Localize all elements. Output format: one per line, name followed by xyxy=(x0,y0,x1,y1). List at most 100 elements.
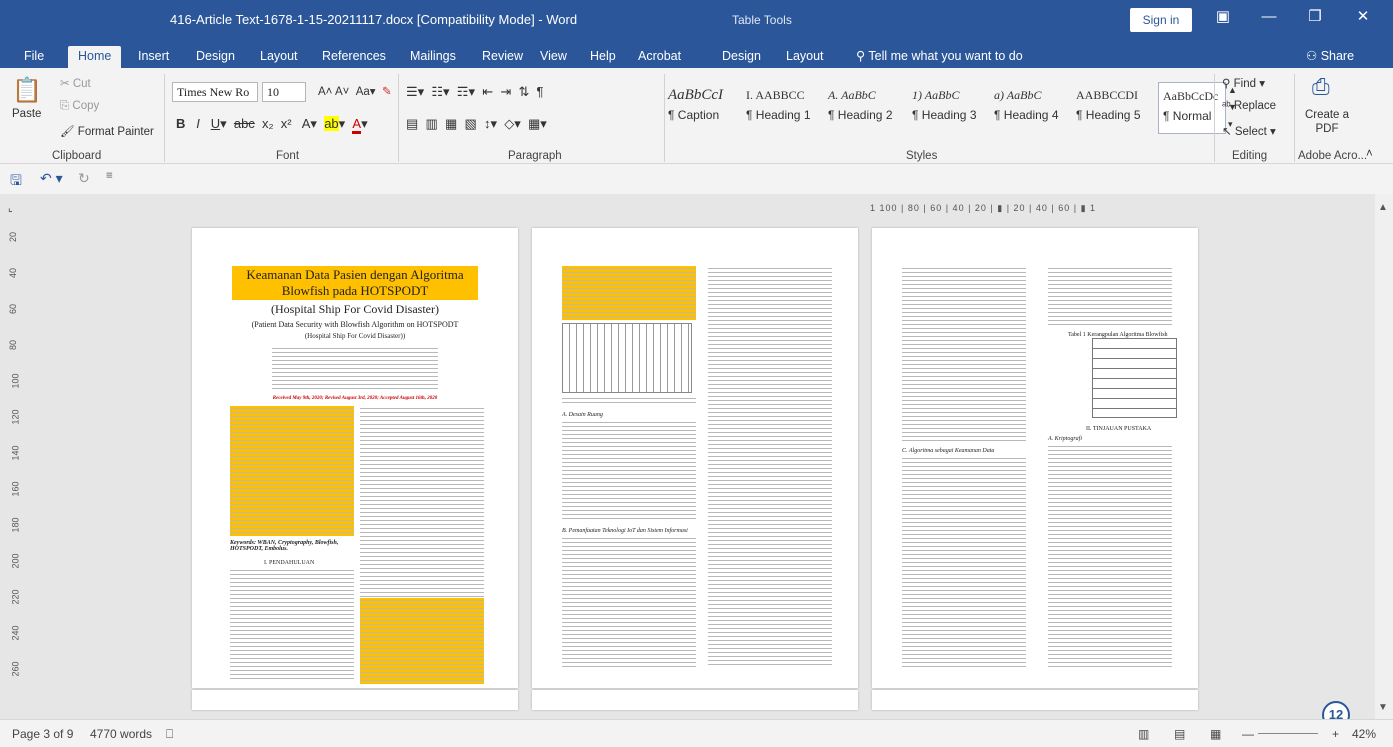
blowfish-table xyxy=(1092,338,1177,418)
scroll-down-icon[interactable]: ▼ xyxy=(1378,702,1388,713)
tab-file[interactable]: File xyxy=(14,46,54,68)
print-layout-icon[interactable]: ▤ xyxy=(1174,727,1185,741)
sign-in-button[interactable]: Sign in xyxy=(1130,8,1192,32)
cut-button[interactable]: ✂ Cut xyxy=(60,76,91,90)
zoom-level[interactable]: 42% xyxy=(1352,727,1376,741)
highlighted-text xyxy=(360,600,484,682)
redo-icon[interactable]: ↻ xyxy=(78,170,90,187)
share-button[interactable]: ⚇ Share xyxy=(1296,46,1364,68)
divider xyxy=(1214,74,1215,162)
style-normal[interactable]: AaBbCcDc ¶ Normal xyxy=(1158,82,1226,134)
keywords: Keywords: WBAN, Cryptography, Blowfish, … xyxy=(230,540,339,552)
tab-mailings[interactable]: Mailings xyxy=(400,46,466,68)
tab-review[interactable]: Review xyxy=(472,46,533,68)
page3-column-1-top xyxy=(902,268,1026,442)
ruler-area: ⌞ 1 100 | 80 | 60 | 40 | 20 | ▮ | 20 | 4… xyxy=(0,194,1393,224)
tab-table-design[interactable]: Design xyxy=(712,46,771,68)
pdf-icon: ⎙ xyxy=(1312,74,1330,99)
undo-icon[interactable]: ↶ ▾ xyxy=(40,170,63,187)
style-heading-3[interactable]: 1) AaBbC ¶ Heading 3 xyxy=(912,82,990,134)
lightbulb-icon: ⚲ xyxy=(856,49,869,63)
english-subtitle: (Hospital Ship For Covid Disaster)) xyxy=(304,332,406,340)
style-heading-5[interactable]: AABBCCDI ¶ Heading 5 xyxy=(1076,82,1156,134)
find-button[interactable]: ⚲ Find ▾ xyxy=(1222,76,1265,90)
select-button[interactable]: ↖ Select ▾ xyxy=(1222,124,1276,138)
figure-caption xyxy=(562,398,696,406)
vertical-ruler[interactable]: 20 40 60 80 100 120 140 160 180 200 220 … xyxy=(6,224,22,694)
read-mode-icon[interactable]: ▥ xyxy=(1138,727,1149,741)
subsection-cryptography: A. Kriptografi xyxy=(1048,436,1083,442)
collapse-ribbon-icon[interactable]: ˄ xyxy=(1366,148,1373,160)
ribbon-display-icon[interactable]: ▣ xyxy=(1200,0,1246,34)
font-size-controls[interactable]: A˄ A˅ Aa▾ ✎ xyxy=(318,84,392,98)
list-buttons[interactable]: ☰▾ ☷▾ ☶▾ ⇤ ⇥ ⇅ ¶ xyxy=(406,84,544,100)
restore-icon[interactable]: ❐ xyxy=(1292,0,1338,34)
ribbon: 📋 Paste ✂ Cut ⎘ Copy 🖌 Format Painter Cl… xyxy=(0,68,1393,164)
tab-layout[interactable]: Layout xyxy=(250,46,308,68)
close-icon[interactable]: ✕ xyxy=(1340,0,1386,34)
vertical-scrollbar[interactable]: ▲ ▼ xyxy=(1375,194,1393,724)
tab-home[interactable]: Home xyxy=(68,46,122,68)
save-icon[interactable]: 🖫 xyxy=(10,170,22,194)
create-pdf-button[interactable]: Create a PDF xyxy=(1300,108,1354,136)
word-count[interactable]: 4770 words xyxy=(90,727,152,741)
section-heading-literature: II. TINJAUAN PUSTAKA xyxy=(1086,426,1152,432)
tab-view[interactable]: View xyxy=(530,46,577,68)
tab-design[interactable]: Design xyxy=(186,46,245,68)
english-title: (Patient Data Security with Blowfish Alg… xyxy=(251,320,459,329)
style-heading-2[interactable]: A. AaBbC ¶ Heading 2 xyxy=(828,82,908,134)
alignment-buttons[interactable]: ▤ ▥ ▦ ▧ ↕▾ ◇▾ ▦▾ xyxy=(406,116,547,132)
quick-access-toolbar: 🖫 ↶ ▾ ↻ ≡ xyxy=(0,164,1393,194)
horizontal-ruler[interactable]: 1 100 | 80 | 60 | 40 | 20 | ▮ | 20 | 40 … xyxy=(870,203,1370,215)
paste-button[interactable]: Paste xyxy=(12,108,41,120)
page3-column-2-text xyxy=(1048,446,1172,668)
zoom-in-icon[interactable]: + xyxy=(1332,727,1339,741)
font-size-combo[interactable]: 10 xyxy=(262,82,306,102)
customize-qat-icon[interactable]: ≡ xyxy=(106,170,113,182)
style-heading-1[interactable]: I. AABBCC ¶ Heading 1 xyxy=(746,82,824,134)
tab-table-layout[interactable]: Layout xyxy=(776,46,834,68)
paper-subtitle: (Hospital Ship For Covid Disaster) xyxy=(271,302,439,316)
tab-references[interactable]: References xyxy=(312,46,396,68)
style-caption[interactable]: AaBbCcI ¶ Caption xyxy=(668,82,744,134)
proofing-icon[interactable]: ⎕ xyxy=(166,727,173,742)
document-page-3[interactable]: C. Algoritma sebagai Keamanan Data Tabel… xyxy=(872,228,1198,688)
cursor-icon: ↖ xyxy=(1222,126,1235,138)
scissors-icon: ✂ xyxy=(60,78,73,90)
clipboard-group-label: Clipboard xyxy=(52,150,102,162)
document-page-1[interactable]: Keamanan Data Pasien dengan Algoritma Bl… xyxy=(192,228,518,688)
zoom-slider[interactable] xyxy=(1258,733,1318,734)
document-page-6[interactable] xyxy=(872,690,1198,710)
tab-acrobat[interactable]: Acrobat xyxy=(628,46,691,68)
format-painter-button[interactable]: 🖌 Format Painter xyxy=(60,124,154,138)
paste-icon: 📋 xyxy=(12,77,42,104)
section-heading-intro: I. PENDAHULUAN xyxy=(264,560,315,566)
title-bar: 416-Article Text-1678-1-15-20211117.docx… xyxy=(0,0,1393,42)
style-heading-4[interactable]: a) AaBbC ¶ Heading 4 xyxy=(994,82,1074,134)
font-format-buttons[interactable]: B I U▾ abc x₂ x² A▾ ab▾ A▾ xyxy=(176,116,368,134)
font-name-combo[interactable]: Times New Ro xyxy=(172,82,258,102)
document-page-4[interactable] xyxy=(192,690,518,710)
copy-icon: ⎘ xyxy=(60,100,73,112)
intro-text xyxy=(230,570,354,680)
scroll-up-icon[interactable]: ▲ xyxy=(1378,202,1388,213)
ship-floor-plan-image xyxy=(562,323,692,393)
copy-button[interactable]: ⎘ Copy xyxy=(60,100,99,113)
tell-me-box[interactable]: ⚲ Tell me what you want to do xyxy=(846,46,1033,68)
zoom-out-icon[interactable]: — xyxy=(1242,727,1254,741)
document-page-2[interactable]: A. Desain Ruang B. Pemanfaatan Teknologi… xyxy=(532,228,858,688)
document-page-5[interactable] xyxy=(532,690,858,710)
paragraph-group-label: Paragraph xyxy=(508,150,562,162)
column-2-text xyxy=(360,408,484,598)
document-title: 416-Article Text-1678-1-15-20211117.docx… xyxy=(170,12,578,27)
page-count[interactable]: Page 3 of 9 xyxy=(12,727,73,741)
divider xyxy=(398,74,399,162)
replace-button[interactable]: ᵃᵇ Replace xyxy=(1222,100,1276,112)
web-layout-icon[interactable]: ▦ xyxy=(1210,727,1221,741)
tab-selector-icon[interactable]: ⌞ xyxy=(8,203,13,214)
page3-column-2-top xyxy=(1048,268,1172,328)
tab-help[interactable]: Help xyxy=(580,46,626,68)
minimize-icon[interactable]: — xyxy=(1246,0,1292,34)
tab-insert[interactable]: Insert xyxy=(128,46,179,68)
paper-title: Keamanan Data Pasien dengan Algoritma Bl… xyxy=(232,266,478,300)
